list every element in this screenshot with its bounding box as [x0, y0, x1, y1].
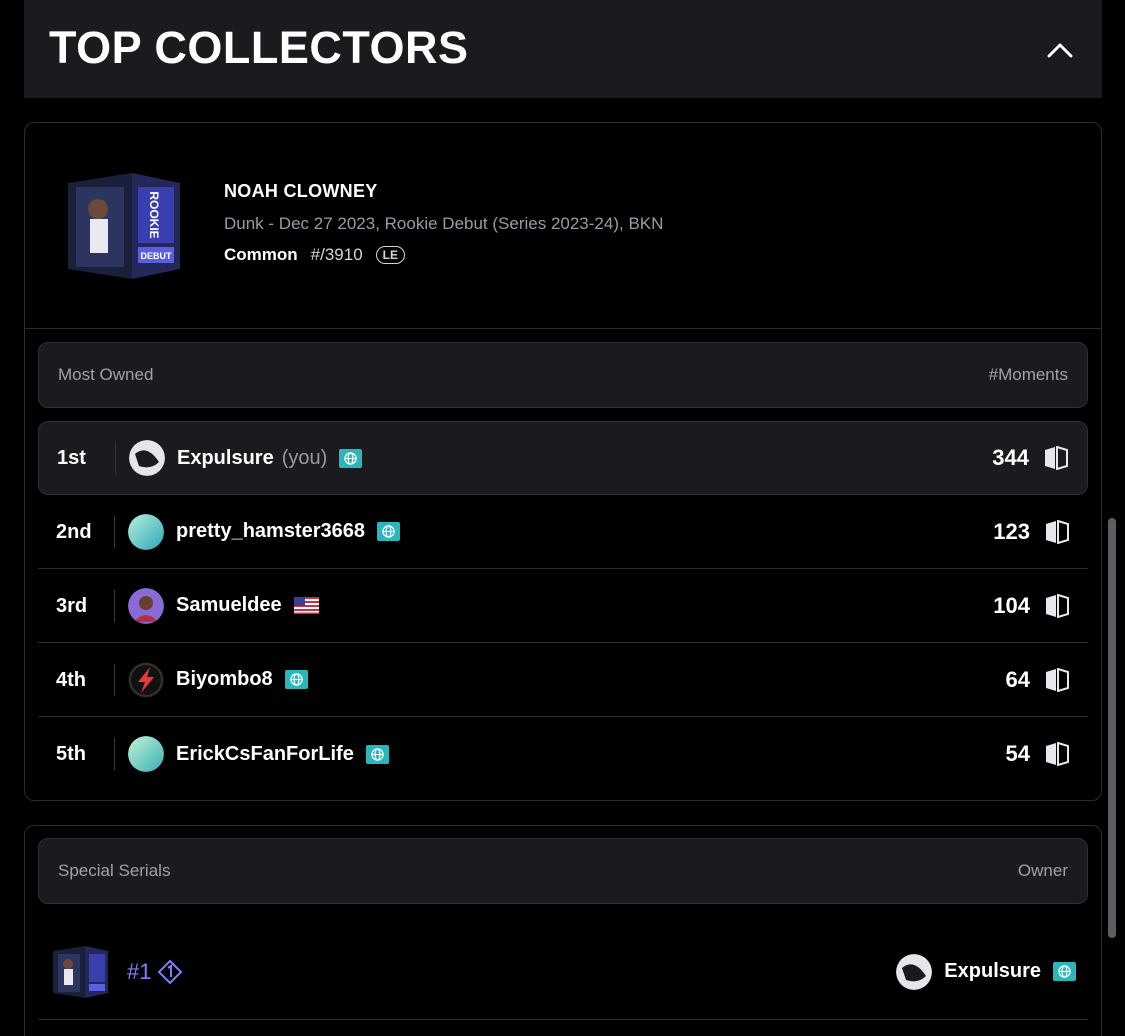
collector-row[interactable]: 3rd Samueldee 104 [38, 569, 1088, 643]
rank-label: 4th [38, 663, 115, 696]
thumbnail-text-debut: DEBUT [141, 251, 173, 261]
most-owned-label: Most Owned [58, 365, 154, 384]
rank-label: 1st [39, 442, 116, 474]
moment-count: 54 [1005, 741, 1030, 766]
moment-count: 123 [993, 518, 1030, 544]
scrollbar[interactable] [1108, 518, 1116, 938]
section-header: TOP COLLECTORS [24, 0, 1102, 98]
thumbnail-text-rookie: ROOKIE [147, 191, 161, 238]
avatar [128, 736, 164, 772]
rank-label: 3rd [38, 589, 115, 622]
avatar [129, 440, 165, 476]
owner-name[interactable]: Expulsure [944, 960, 1041, 983]
owner-avatar [896, 953, 933, 990]
moment-details: Dunk - Dec 27 2023, Rookie Debut (Series… [224, 214, 664, 233]
serial-badge-icon [158, 959, 183, 984]
top-collectors-card: ROOKIE DEBUT NOAH CLOWNEY Dunk - Dec 27 … [24, 122, 1102, 801]
username[interactable]: Biyombo8 [176, 668, 273, 691]
collapse-button[interactable] [1040, 30, 1080, 70]
collector-row[interactable]: 4th Biyombo8 64 [38, 643, 1088, 717]
avatar [128, 513, 164, 550]
moment-icon [1046, 593, 1069, 618]
collector-row[interactable]: 5th ErickCsFanForLife 54 [38, 717, 1088, 791]
moment-thumbnail[interactable]: ROOKIE DEBUT [62, 169, 182, 283]
moment-thumbnail[interactable] [50, 944, 110, 1000]
collector-row[interactable]: 1st Expulsure (you) 344 [38, 421, 1088, 495]
most-owned-header: Most Owned #Moments [38, 342, 1088, 408]
player-name[interactable]: NOAH CLOWNEY [224, 181, 378, 202]
moment-count: 64 [1005, 666, 1030, 692]
owner-column-label: Owner [1017, 861, 1068, 880]
collector-row[interactable]: 2nd pretty_hamster3668 123 [38, 495, 1088, 569]
globe-icon [339, 448, 363, 468]
moment-count: 104 [993, 592, 1030, 618]
moment-icon [1046, 742, 1069, 766]
rank-label: 2nd [38, 515, 115, 548]
moments-column-label: #Moments [988, 365, 1068, 384]
globe-icon [284, 670, 308, 689]
moment-summary: ROOKIE DEBUT NOAH CLOWNEY Dunk - Dec 27 … [25, 123, 1101, 329]
username[interactable]: pretty_hamster3668 [176, 520, 365, 543]
special-serials-header: Special Serials Owner [38, 838, 1088, 904]
moment-icon [1045, 446, 1068, 470]
globe-icon [1053, 962, 1076, 981]
rank-label: 5th [38, 738, 115, 770]
edition-size: #/3910 [310, 245, 363, 264]
moment-icon [1046, 519, 1069, 544]
tier-label: Common [224, 245, 298, 264]
special-serials-label: Special Serials [58, 861, 171, 880]
avatar [128, 587, 164, 624]
globe-icon [377, 522, 400, 541]
moment-icon [1046, 667, 1069, 692]
username[interactable]: ErickCsFanForLife [176, 743, 354, 766]
avatar [128, 661, 164, 698]
username[interactable]: Expulsure [177, 447, 274, 470]
moment-count: 344 [992, 445, 1029, 470]
serial-number[interactable]: #1 [127, 959, 151, 985]
globe-icon [365, 744, 389, 764]
special-serials-card: Special Serials Owner #1 Expulsure [24, 825, 1102, 1036]
section-title: TOP COLLECTORS [49, 22, 469, 73]
us-flag-icon [293, 597, 319, 614]
moment-meta: Common #/3910 LE [224, 245, 406, 265]
le-badge: LE [375, 246, 406, 264]
username[interactable]: Samueldee [176, 594, 282, 617]
you-tag: (you) [281, 446, 328, 469]
chevron-up-icon [1047, 43, 1073, 58]
serial-row[interactable]: #1 Expulsure [38, 924, 1088, 1020]
